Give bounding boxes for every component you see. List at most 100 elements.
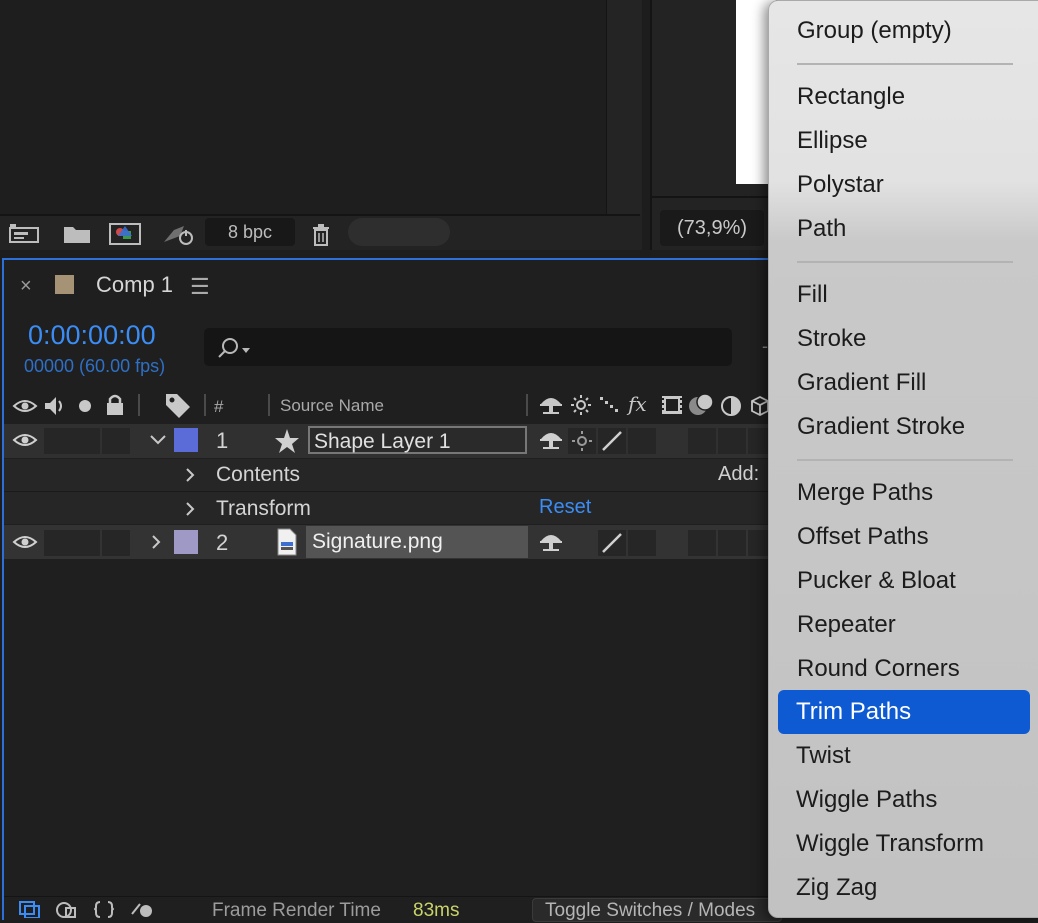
menu-item-polystar[interactable]: Polystar [797,171,884,199]
menu-item-pucker-bloat[interactable]: Pucker & Bloat [797,567,956,595]
video-eye-icon[interactable] [12,396,38,416]
chevron-right-icon[interactable] [148,533,164,551]
lock-icon[interactable] [104,393,126,417]
shape-star-icon [275,429,299,453]
menu-item-group-empty[interactable]: Group (empty) [797,17,952,45]
lock-toggle[interactable] [102,530,130,556]
menu-item-ellipse[interactable]: Ellipse [797,127,868,155]
motion-blur-switch[interactable] [688,428,716,454]
project-search-field[interactable] [348,218,450,246]
frame-render-time-value: 83ms [413,900,460,921]
quality-slash-icon[interactable] [600,430,624,452]
layer-name-field[interactable]: Signature.png [306,526,528,558]
shy-icon[interactable] [538,394,564,416]
menu-item-stroke[interactable]: Stroke [797,325,866,353]
motion-blur-icon[interactable] [688,392,716,418]
menu-item-gradient-stroke[interactable]: Gradient Stroke [797,413,965,441]
render-time-icon[interactable] [130,900,156,918]
close-tab-icon[interactable]: × [20,275,32,298]
adjustment-switch[interactable] [718,428,746,454]
layer-number: 1 [216,428,229,453]
audio-speaker-icon[interactable] [42,394,68,418]
render-queue-icon[interactable] [160,222,194,246]
menu-item-gradient-fill[interactable]: Gradient Fill [797,369,926,397]
menu-item-path[interactable]: Path [797,215,846,243]
transfer-controls-icon[interactable] [54,900,78,918]
layer-label-color[interactable] [174,428,198,452]
quality-slash-icon[interactable] [598,394,622,416]
add-menu-button[interactable]: Add: [718,463,759,486]
project-scrollbar[interactable] [606,0,641,214]
toggle-switches-modes-button[interactable]: Toggle Switches / Modes [532,898,782,922]
3d-layer-cube-icon[interactable] [750,395,770,417]
project-color-depth-button[interactable]: 8 bpc [205,218,295,246]
adjustment-layer-icon[interactable] [720,395,742,417]
delete-trash-icon[interactable] [304,222,338,246]
viewer-divider [650,196,770,198]
quality-slash-icon[interactable] [600,532,624,554]
chevron-right-icon[interactable] [182,500,198,518]
chevron-right-icon[interactable] [182,466,198,484]
current-time-display[interactable]: 0:00:00:00 [28,320,156,351]
solo-toggle[interactable] [72,428,100,454]
property-row-contents[interactable] [4,459,774,492]
layer-number-header[interactable]: # [214,397,223,417]
motion-blur-switch[interactable] [688,530,716,556]
layer-visibility-eye-icon[interactable] [12,532,38,552]
search-icon [218,338,250,358]
adjustment-switch[interactable] [718,530,746,556]
layer-label-color[interactable] [174,530,198,554]
shy-switch-icon[interactable] [538,428,564,452]
in-out-stretch-icon[interactable] [92,900,116,918]
menu-item-rectangle[interactable]: Rectangle [797,83,905,111]
menu-item-merge-paths[interactable]: Merge Paths [797,479,933,507]
layer-visibility-eye-icon[interactable] [12,430,38,450]
solo-dot-icon[interactable] [76,397,94,415]
menu-item-round-corners[interactable]: Round Corners [797,655,960,683]
panel-menu-icon[interactable]: ☰ [190,274,210,300]
menu-item-repeater[interactable]: Repeater [797,611,896,639]
layer-name-field[interactable]: Shape Layer 1 [308,426,527,454]
audio-toggle[interactable] [44,428,72,454]
frame-rate-info: 00000 (60.00 fps) [24,356,166,376]
menu-item-trim-paths[interactable]: Trim Paths [796,698,911,726]
chevron-down-icon[interactable] [148,432,168,448]
label-tag-icon[interactable] [164,392,192,418]
shy-switch-icon[interactable] [538,530,564,554]
fx-switch[interactable] [628,530,656,556]
3d-switch[interactable] [748,428,768,454]
property-row-transform[interactable] [4,492,774,524]
menu-item-wiggle-transform[interactable]: Wiggle Transform [796,830,984,858]
effects-fx-icon[interactable]: fx [628,392,647,416]
menu-separator [797,459,1013,461]
collapse-sun-icon[interactable] [570,394,592,416]
3d-switch[interactable] [748,530,768,556]
timeline-tab-title[interactable]: Comp 1 [96,272,173,298]
menu-item-zig-zag[interactable]: Zig Zag [796,874,877,902]
menu-item-twist[interactable]: Twist [796,742,851,770]
new-folder-icon[interactable] [60,222,94,246]
audio-toggle[interactable] [44,530,72,556]
source-name-header[interactable]: Source Name [280,396,384,416]
lock-toggle[interactable] [102,428,130,454]
transform-label[interactable]: Transform [216,497,311,521]
menu-item-offset-paths[interactable]: Offset Paths [797,523,929,551]
new-composition-icon[interactable] [108,222,142,246]
project-footer-toolbar [0,216,606,250]
interpret-footage-icon[interactable] [8,222,42,246]
collapse-sun-icon[interactable] [571,430,593,452]
layer-number: 2 [216,530,229,555]
project-item-list[interactable] [0,0,606,214]
comp-label-swatch [55,275,74,294]
viewer-zoom-dropdown[interactable]: (73,9%) [660,210,764,246]
timeline-search-input[interactable] [204,328,732,366]
menu-item-fill[interactable]: Fill [797,281,828,309]
contents-label[interactable]: Contents [216,463,300,487]
column-divider [138,394,140,416]
frame-blending-icon[interactable] [660,394,684,416]
fx-switch[interactable] [628,428,656,454]
solo-toggle[interactable] [72,530,100,556]
transform-reset-link[interactable]: Reset [539,496,591,519]
layer-switches-toggle-icon[interactable] [18,900,42,918]
menu-item-wiggle-paths[interactable]: Wiggle Paths [796,786,937,814]
